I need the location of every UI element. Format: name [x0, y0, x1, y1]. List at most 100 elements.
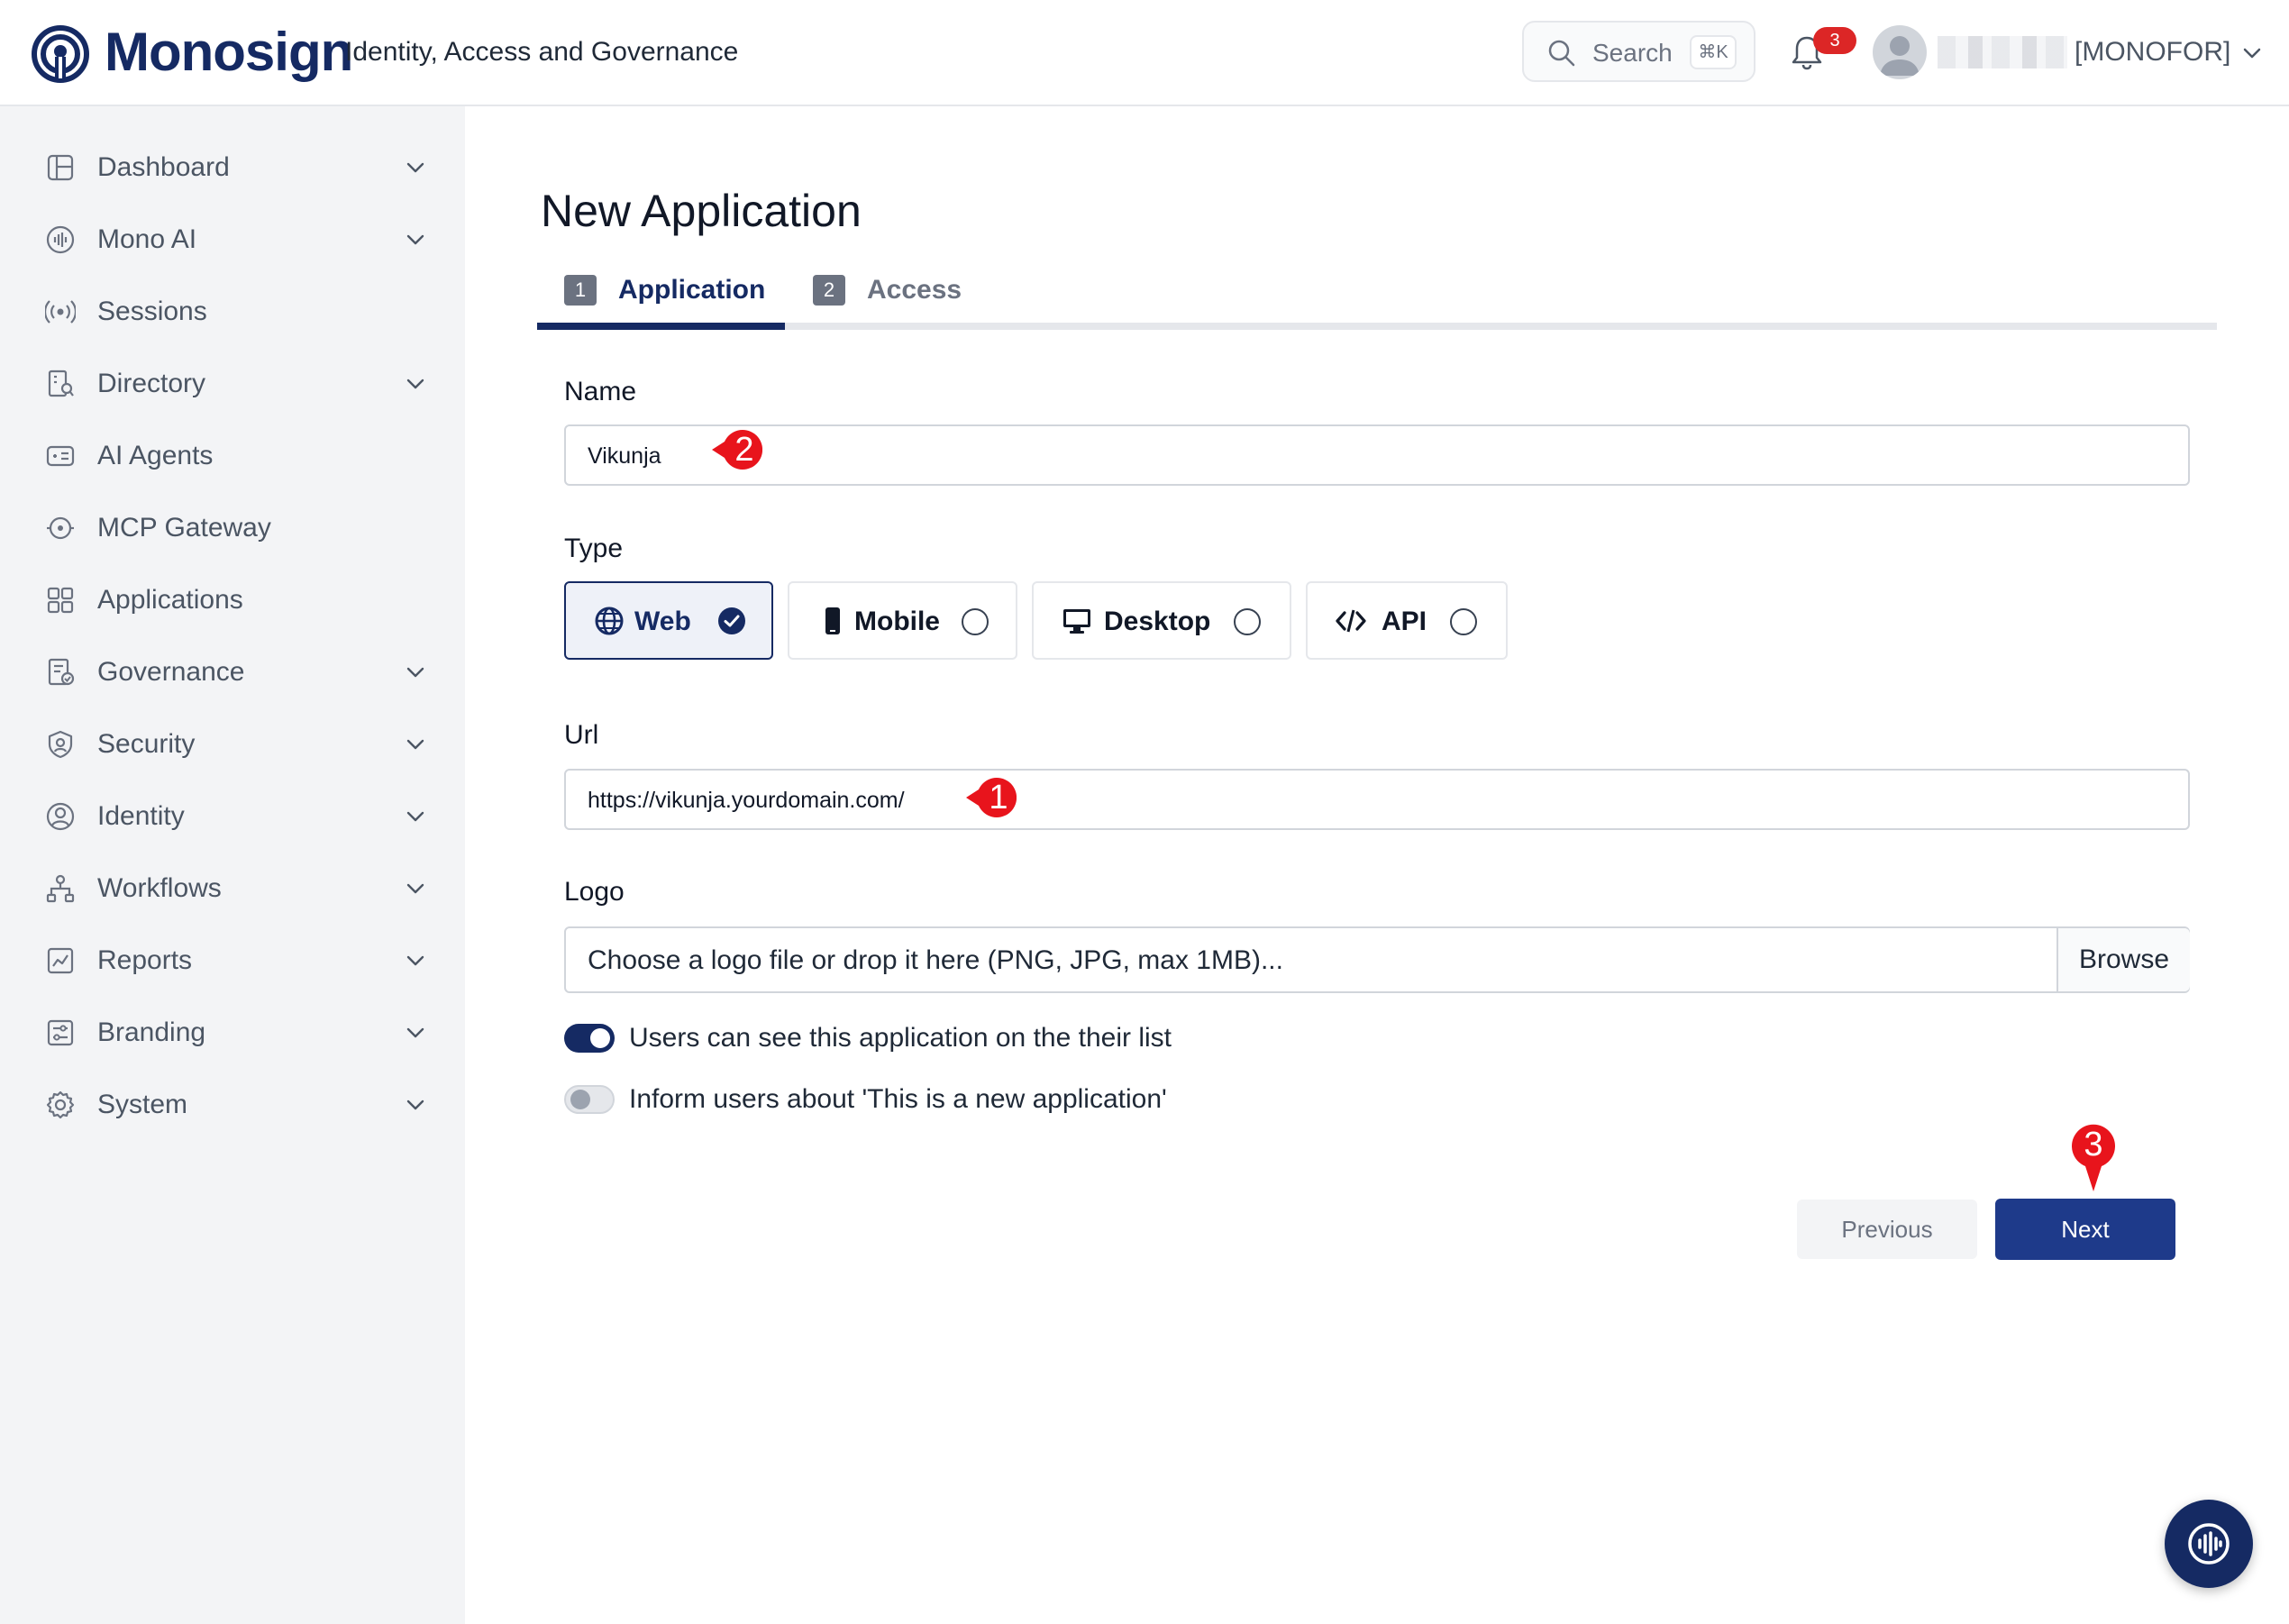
sidebar-item-label: Security — [97, 729, 196, 759]
sidebar-item-sessions[interactable]: Sessions — [0, 280, 465, 343]
brand-name[interactable]: Monosign — [105, 20, 353, 85]
chevron-down-icon — [406, 1027, 424, 1038]
sidebar-item-label: Governance — [97, 657, 245, 687]
browse-button[interactable]: Browse — [2056, 928, 2190, 991]
sidebar-item-label: Directory — [97, 369, 206, 398]
chevron-down-icon — [406, 667, 424, 678]
tab-step-number: 1 — [564, 275, 597, 306]
sidebar-item-label: Workflows — [97, 873, 222, 903]
search-icon — [1548, 40, 1575, 67]
chevron-down-icon — [406, 1099, 424, 1110]
sidebar-item-ai-agents[interactable]: AI Agents — [0, 424, 465, 488]
ai-assistant-button[interactable] — [2165, 1500, 2253, 1588]
sidebar-item-label: Applications — [97, 585, 243, 615]
sidebar-item-system[interactable]: System — [0, 1073, 465, 1136]
chevron-down-icon — [406, 234, 424, 245]
url-label: Url — [564, 720, 599, 750]
reports-icon — [47, 947, 74, 974]
previous-button[interactable]: Previous — [1797, 1200, 1977, 1259]
code-icon — [1336, 609, 1366, 633]
sidebar-item-workflows[interactable]: Workflows — [0, 857, 465, 920]
marker-number: 3 — [2084, 1126, 2103, 1163]
name-input[interactable]: Vikunja — [564, 424, 2190, 486]
radio-unchecked — [1450, 608, 1477, 635]
annotation-marker-3: 3 — [2062, 1114, 2125, 1195]
marker-number: 2 — [734, 431, 754, 469]
inform-toggle[interactable] — [564, 1085, 615, 1114]
chevron-down-icon — [406, 379, 424, 389]
type-option-mobile[interactable]: Mobile — [788, 581, 1017, 660]
governance-icon — [48, 658, 75, 686]
type-label: Type — [564, 534, 624, 563]
page-title: New Application — [541, 186, 862, 236]
visible-toggle-label: Users can see this application on the th… — [629, 1023, 1172, 1053]
sidebar-item-mcp-gateway[interactable]: MCP Gateway — [0, 497, 465, 560]
mobile-icon — [825, 607, 840, 634]
type-option-api[interactable]: API — [1306, 581, 1508, 660]
user-name-redacted[interactable] — [1938, 36, 2067, 68]
shield-icon — [48, 730, 73, 759]
brand-tagline: Identity, Access and Governance — [345, 37, 739, 67]
chevron-down-icon — [406, 739, 424, 750]
tabs-underline — [537, 323, 2217, 330]
identity-icon — [46, 802, 75, 831]
url-input[interactable]: https://vikunja.yourdomain.com/ — [564, 769, 2190, 830]
sidebar-item-label: Mono AI — [97, 224, 197, 254]
radio-unchecked — [962, 608, 989, 635]
type-option-label: Desktop — [1104, 607, 1211, 636]
radio-unchecked — [1234, 608, 1261, 635]
sidebar-item-label: System — [97, 1090, 188, 1119]
sessions-icon — [45, 300, 76, 324]
gear-icon — [46, 1090, 75, 1119]
check-circle-icon — [718, 607, 745, 634]
globe-icon — [595, 607, 624, 635]
url-input-value: https://vikunja.yourdomain.com/ — [588, 788, 905, 813]
sidebar-item-label: Sessions — [97, 297, 207, 326]
sidebar-item-label: MCP Gateway — [97, 513, 271, 543]
sidebar-item-applications[interactable]: Applications — [0, 569, 465, 632]
chevron-down-icon — [406, 883, 424, 894]
sidebar-item-security[interactable]: Security — [0, 713, 465, 776]
top-header: Monosign Identity, Access and Governance… — [0, 0, 2289, 106]
sidebar-item-identity[interactable]: Identity — [0, 785, 465, 848]
directory-icon — [48, 370, 74, 397]
tab-access[interactable]: 2 Access — [813, 269, 993, 312]
sidebar-item-governance[interactable]: Governance — [0, 641, 465, 704]
sidebar-item-label: AI Agents — [97, 441, 214, 470]
annotation-marker-2: 2 — [712, 418, 775, 481]
chevron-down-icon — [406, 811, 424, 822]
name-label: Name — [564, 377, 637, 406]
search-shortcut: ⌘K — [1690, 35, 1737, 69]
type-option-web[interactable]: Web — [564, 581, 773, 660]
type-option-label: API — [1382, 607, 1427, 636]
sidebar-item-label: Branding — [97, 1017, 206, 1047]
sidebar-item-label: Identity — [97, 801, 185, 831]
applications-icon — [47, 587, 74, 614]
sidebar-item-mono-ai[interactable]: Mono AI — [0, 208, 465, 271]
tab-application[interactable]: 1 Application — [564, 269, 780, 312]
sidebar-item-branding[interactable]: Branding — [0, 1001, 465, 1064]
dashboard-icon — [47, 154, 74, 181]
monosign-logo-icon[interactable] — [31, 24, 90, 84]
sidebar-item-dashboard[interactable]: Dashboard — [0, 136, 465, 199]
annotation-marker-1: 1 — [966, 766, 1029, 829]
sidebar: Dashboard Mono AI Sessions Directory AI … — [0, 106, 465, 1624]
sidebar-item-label: Dashboard — [97, 152, 230, 182]
sidebar-item-reports[interactable]: Reports — [0, 929, 465, 992]
logo-file-input[interactable]: Choose a logo file or drop it here (PNG,… — [564, 926, 2190, 993]
chevron-down-icon[interactable] — [2240, 41, 2264, 65]
branding-icon — [47, 1019, 74, 1046]
notification-badge[interactable]: 3 — [1813, 27, 1856, 54]
toggle-knob — [590, 1028, 610, 1048]
search-button[interactable]: Search ⌘K — [1522, 21, 1756, 82]
active-tab-indicator — [537, 323, 785, 330]
next-button[interactable]: Next — [1995, 1199, 2175, 1260]
visible-toggle[interactable] — [564, 1024, 615, 1053]
name-input-value: Vikunja — [588, 443, 661, 469]
avatar[interactable] — [1873, 25, 1927, 79]
org-label[interactable]: [MONOFOR] — [2075, 36, 2230, 68]
logo-file-placeholder: Choose a logo file or drop it here (PNG,… — [588, 945, 1283, 975]
type-option-desktop[interactable]: Desktop — [1032, 581, 1291, 660]
tab-label: Application — [618, 275, 766, 305]
sidebar-item-directory[interactable]: Directory — [0, 352, 465, 415]
